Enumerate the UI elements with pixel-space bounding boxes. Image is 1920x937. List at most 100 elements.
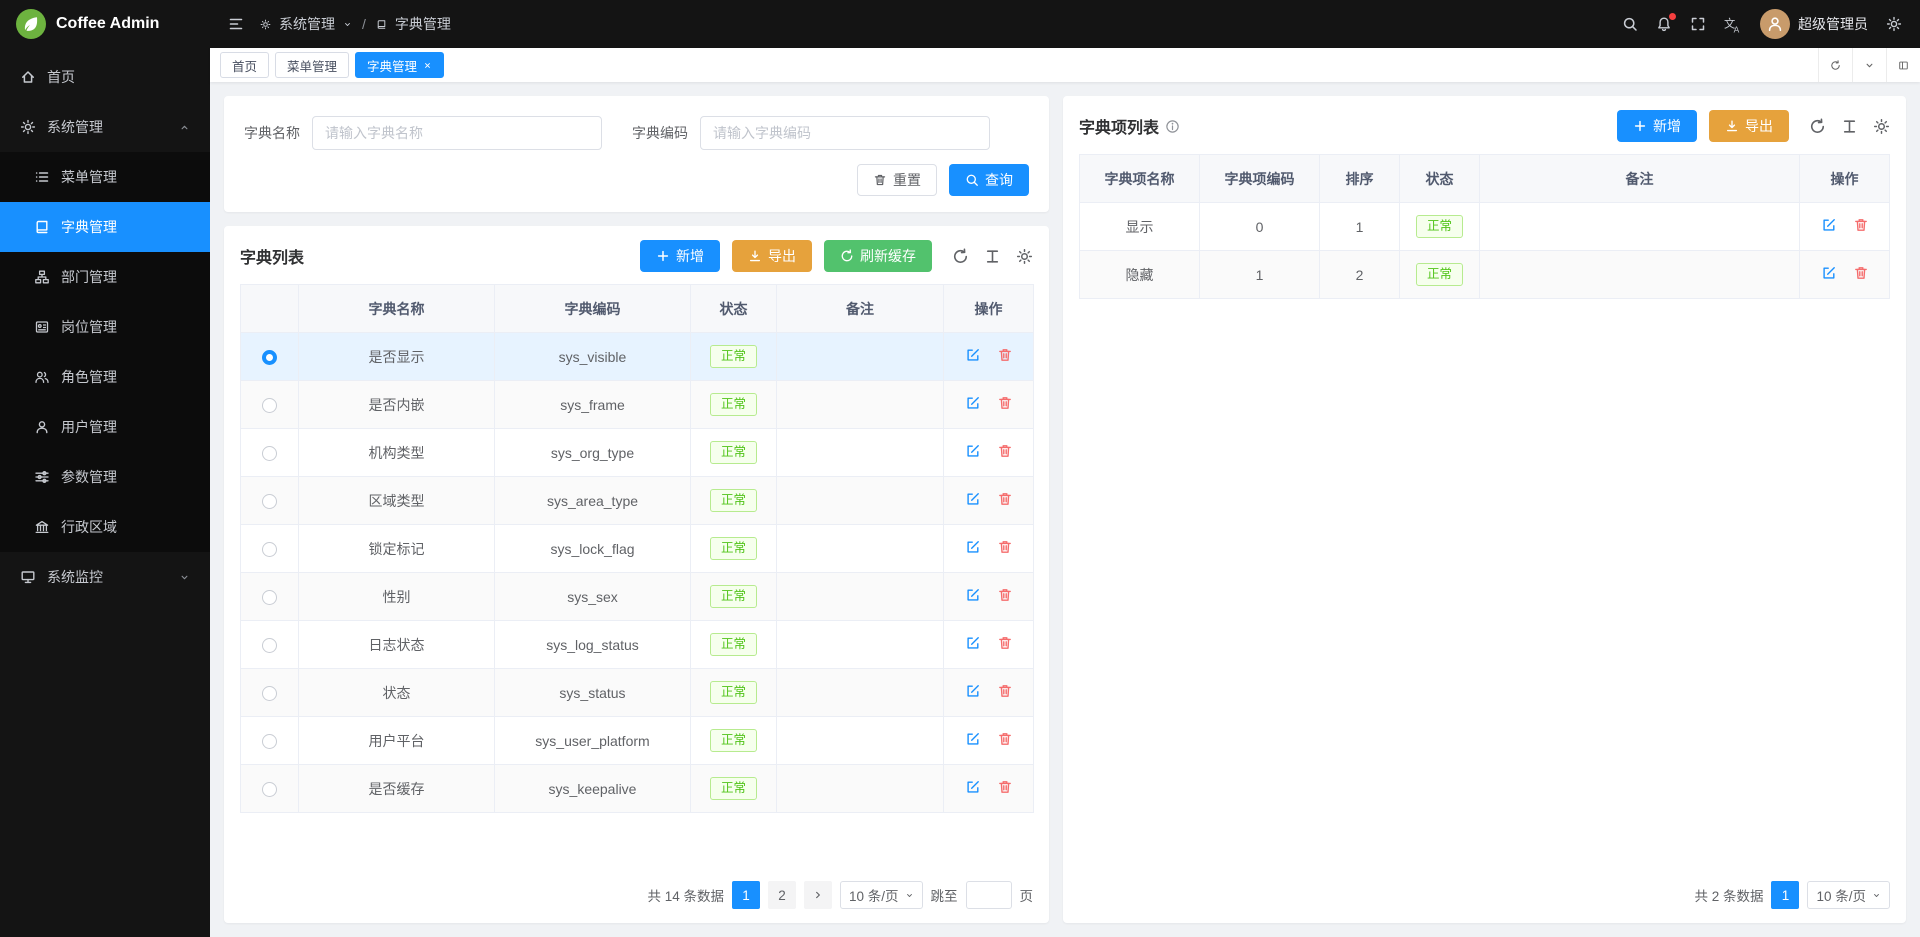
row-radio[interactable] bbox=[262, 734, 277, 749]
sidebar-item-role-mgmt[interactable]: 角色管理 bbox=[0, 352, 210, 402]
sidebar-item-region[interactable]: 行政区域 bbox=[0, 502, 210, 552]
row-radio[interactable] bbox=[262, 686, 277, 701]
export-dict-button[interactable]: 导出 bbox=[732, 240, 812, 272]
gear-icon[interactable] bbox=[1016, 248, 1033, 265]
layout-toggle-button[interactable] bbox=[1886, 48, 1920, 82]
row-radio[interactable] bbox=[262, 494, 277, 509]
edit-icon[interactable] bbox=[965, 347, 981, 363]
next-page-button[interactable] bbox=[804, 881, 832, 909]
close-icon[interactable] bbox=[423, 61, 432, 70]
edit-icon[interactable] bbox=[965, 491, 981, 507]
tab-menu-mgmt[interactable]: 菜单管理 bbox=[275, 52, 349, 78]
row-radio[interactable] bbox=[262, 638, 277, 653]
notifications-button[interactable] bbox=[1656, 16, 1672, 32]
delete-icon[interactable] bbox=[997, 587, 1013, 603]
table-row[interactable]: 日志状态 sys_log_status 正常 bbox=[241, 621, 1034, 669]
page-button-2[interactable]: 2 bbox=[768, 881, 796, 909]
refresh-icon[interactable] bbox=[952, 248, 969, 265]
breadcrumb-root[interactable]: 系统管理 bbox=[279, 14, 335, 34]
info-icon[interactable] bbox=[1165, 119, 1180, 134]
delete-icon[interactable] bbox=[997, 683, 1013, 699]
table-row[interactable]: 是否缓存 sys_keepalive 正常 bbox=[241, 765, 1034, 813]
edit-icon[interactable] bbox=[965, 587, 981, 603]
refresh-tab-button[interactable] bbox=[1818, 48, 1852, 82]
row-radio[interactable] bbox=[262, 446, 277, 461]
search-icon[interactable] bbox=[1622, 16, 1638, 32]
page-button-1[interactable]: 1 bbox=[1771, 881, 1799, 909]
edit-icon[interactable] bbox=[965, 539, 981, 555]
page-size-select[interactable]: 10 条/页 bbox=[840, 881, 923, 909]
reset-button[interactable]: 重置 bbox=[857, 164, 937, 196]
column-settings-icon[interactable] bbox=[1841, 118, 1858, 135]
edit-icon[interactable] bbox=[965, 779, 981, 795]
sidebar-item-param-mgmt[interactable]: 参数管理 bbox=[0, 452, 210, 502]
sidebar-item-post-mgmt[interactable]: 岗位管理 bbox=[0, 302, 210, 352]
fullscreen-icon[interactable] bbox=[1690, 16, 1706, 32]
edit-icon[interactable] bbox=[965, 635, 981, 651]
delete-icon[interactable] bbox=[997, 539, 1013, 555]
delete-icon[interactable] bbox=[997, 443, 1013, 459]
sidebar-item-dict-mgmt[interactable]: 字典管理 bbox=[0, 202, 210, 252]
user-menu[interactable]: 超级管理员 bbox=[1760, 9, 1868, 39]
row-radio[interactable] bbox=[262, 350, 277, 365]
sidebar-item-system[interactable]: 系统管理 bbox=[0, 102, 210, 152]
edit-icon[interactable] bbox=[1821, 265, 1837, 281]
dict-pagination: 共 14 条数据 1 2 10 条/页 跳至 页 bbox=[240, 869, 1033, 909]
tab-options-button[interactable] bbox=[1852, 48, 1886, 82]
refresh-icon[interactable] bbox=[1809, 118, 1826, 135]
row-radio[interactable] bbox=[262, 542, 277, 557]
row-radio[interactable] bbox=[262, 590, 277, 605]
row-radio[interactable] bbox=[262, 782, 277, 797]
jump-page-input[interactable] bbox=[966, 881, 1012, 909]
row-radio[interactable] bbox=[262, 398, 277, 413]
table-row[interactable]: 是否内嵌 sys_frame 正常 bbox=[241, 381, 1034, 429]
delete-icon[interactable] bbox=[997, 635, 1013, 651]
table-row[interactable]: 隐藏 1 2 正常 bbox=[1080, 251, 1890, 299]
add-item-button[interactable]: 新增 bbox=[1617, 110, 1697, 142]
collapse-sidebar-icon[interactable] bbox=[228, 16, 244, 32]
dict-name-input[interactable] bbox=[312, 116, 602, 150]
edit-icon[interactable] bbox=[965, 443, 981, 459]
delete-icon[interactable] bbox=[1853, 265, 1869, 281]
status-badge: 正常 bbox=[710, 585, 757, 608]
table-row[interactable]: 显示 0 1 正常 bbox=[1080, 203, 1890, 251]
delete-icon[interactable] bbox=[997, 491, 1013, 507]
dict-code-input[interactable] bbox=[700, 116, 990, 150]
settings-icon[interactable] bbox=[1886, 16, 1902, 32]
sidebar-item-home[interactable]: 首页 bbox=[0, 52, 210, 102]
dict-code-cell: sys_area_type bbox=[495, 477, 691, 525]
sidebar-item-monitor[interactable]: 系统监控 bbox=[0, 552, 210, 602]
delete-icon[interactable] bbox=[997, 395, 1013, 411]
table-row[interactable]: 机构类型 sys_org_type 正常 bbox=[241, 429, 1034, 477]
sidebar-item-dept-mgmt[interactable]: 部门管理 bbox=[0, 252, 210, 302]
status-badge: 正常 bbox=[710, 393, 757, 416]
edit-icon[interactable] bbox=[1821, 217, 1837, 233]
table-row[interactable]: 区域类型 sys_area_type 正常 bbox=[241, 477, 1034, 525]
gear-icon[interactable] bbox=[1873, 118, 1890, 135]
sidebar-item-menu-mgmt[interactable]: 菜单管理 bbox=[0, 152, 210, 202]
status-badge: 正常 bbox=[710, 681, 757, 704]
table-row[interactable]: 是否显示 sys_visible 正常 bbox=[241, 333, 1034, 381]
column-settings-icon[interactable] bbox=[984, 248, 1001, 265]
delete-icon[interactable] bbox=[997, 731, 1013, 747]
delete-icon[interactable] bbox=[997, 347, 1013, 363]
delete-icon[interactable] bbox=[997, 779, 1013, 795]
query-button[interactable]: 查询 bbox=[949, 164, 1029, 196]
export-item-button[interactable]: 导出 bbox=[1709, 110, 1789, 142]
add-dict-button[interactable]: 新增 bbox=[640, 240, 720, 272]
edit-icon[interactable] bbox=[965, 731, 981, 747]
table-row[interactable]: 用户平台 sys_user_platform 正常 bbox=[241, 717, 1034, 765]
edit-icon[interactable] bbox=[965, 395, 981, 411]
edit-icon[interactable] bbox=[965, 683, 981, 699]
refresh-cache-button[interactable]: 刷新缓存 bbox=[824, 240, 932, 272]
table-row[interactable]: 锁定标记 sys_lock_flag 正常 bbox=[241, 525, 1034, 573]
language-button[interactable] bbox=[1724, 15, 1742, 33]
page-size-select[interactable]: 10 条/页 bbox=[1807, 881, 1890, 909]
sidebar-item-user-mgmt[interactable]: 用户管理 bbox=[0, 402, 210, 452]
table-row[interactable]: 性别 sys_sex 正常 bbox=[241, 573, 1034, 621]
tab-dict-mgmt[interactable]: 字典管理 bbox=[355, 52, 444, 78]
delete-icon[interactable] bbox=[1853, 217, 1869, 233]
tab-home[interactable]: 首页 bbox=[220, 52, 269, 78]
table-row[interactable]: 状态 sys_status 正常 bbox=[241, 669, 1034, 717]
page-button-1[interactable]: 1 bbox=[732, 881, 760, 909]
